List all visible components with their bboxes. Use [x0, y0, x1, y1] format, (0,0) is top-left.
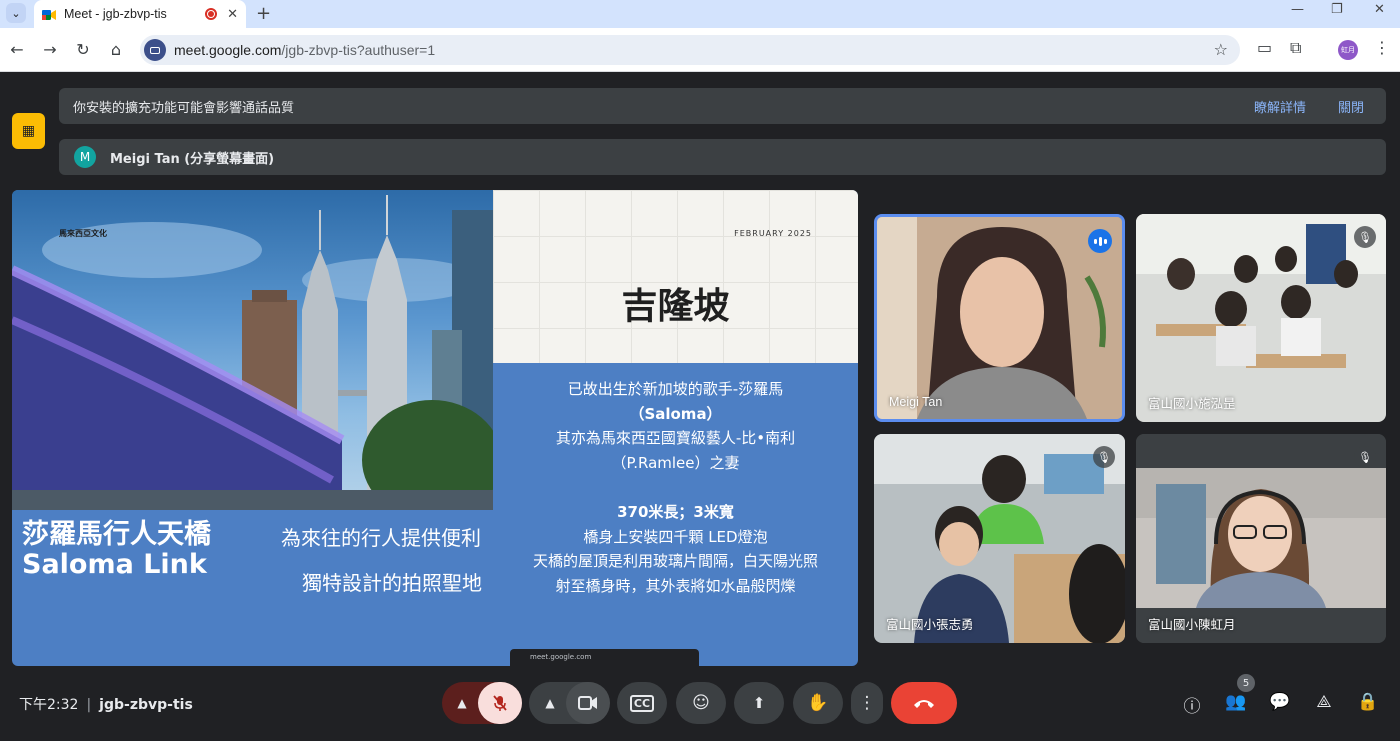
- slide-body-line: 其亦為馬來西亞國寶級藝人-比•南利: [555, 429, 796, 447]
- meeting-time: 下午2:32: [19, 697, 79, 713]
- present-icon: ⬆: [752, 694, 766, 712]
- browser-menu-icon[interactable]: ⋮: [1374, 38, 1390, 57]
- muted-mic-icon: 🎙: [1354, 226, 1376, 248]
- slide-body: 已故出生於新加坡的歌手-莎羅馬 （Saloma） 其亦為馬來西亞國寶級藝人-比•…: [493, 377, 858, 598]
- slide-title: 吉隆坡: [621, 286, 730, 327]
- people-count-badge: 5: [1237, 674, 1255, 692]
- browser-tab-strip: ⌄ Meet - jgb-zbvp-tis ✕ + — ❐ ✕: [0, 0, 1400, 28]
- slide-body-line: 天橋的屋頂是利用玻璃片間隔，白天陽光照: [532, 552, 818, 570]
- new-tab-icon[interactable]: +: [256, 3, 271, 24]
- slide-small-label: 馬來西亞文化: [59, 229, 107, 238]
- cast-icon[interactable]: ▭: [1257, 38, 1272, 57]
- big-title-line: 莎羅馬行人天橋: [22, 519, 211, 550]
- address-bar[interactable]: meet.google.com/jgb-zbvp-tis?authuser=1 …: [140, 35, 1240, 65]
- home-icon[interactable]: ⌂: [106, 40, 126, 59]
- big-title-line: Saloma Link: [22, 549, 207, 580]
- participant-tile[interactable]: Meigi Tan: [874, 214, 1125, 422]
- extensions-icon[interactable]: ⧉: [1290, 38, 1301, 58]
- presenter-avatar: M: [74, 146, 96, 168]
- screen-share-bar[interactable]: meet.google.com: [510, 649, 699, 666]
- tab-title: Meet - jgb-zbvp-tis: [64, 7, 167, 21]
- more-options-button[interactable]: ⋮: [851, 682, 883, 724]
- mic-options-chevron-icon[interactable]: ▲: [452, 682, 472, 724]
- back-arrow-icon[interactable]: ←: [7, 40, 27, 59]
- slide-body-line: （Saloma）: [629, 404, 722, 423]
- reload-icon[interactable]: ↻: [73, 40, 93, 59]
- browser-toolbar: ← → ↻ ⌂ meet.google.com/jgb-zbvp-tis?aut…: [0, 28, 1400, 72]
- camera-options-chevron-icon[interactable]: ▲: [540, 682, 560, 724]
- speaking-indicator-icon: [1088, 229, 1112, 253]
- leave-call-button[interactable]: [891, 682, 957, 724]
- meet-favicon-icon: [42, 7, 56, 21]
- presenter-label: Meigi Tan (分享螢幕畫面): [110, 151, 275, 167]
- people-icon[interactable]: 👥: [1225, 692, 1247, 712]
- meeting-code: jgb-zbvp-tis: [99, 697, 193, 713]
- participant-name: Meigi Tan: [889, 395, 943, 409]
- tab-close-icon[interactable]: ✕: [227, 7, 238, 22]
- extension-warning-icon[interactable]: ▦: [12, 113, 45, 149]
- captions-icon: CC: [629, 694, 655, 712]
- participant-tile[interactable]: 🎙 富山國小張志勇: [874, 434, 1125, 643]
- presenter-banner: M Meigi Tan (分享螢幕畫面): [59, 139, 1386, 175]
- camera-toggle-button[interactable]: [566, 682, 610, 724]
- host-controls-lock-icon[interactable]: 🔒: [1357, 692, 1379, 712]
- learn-more-link[interactable]: 瞭解詳情: [1254, 97, 1306, 116]
- shared-screen: 馬來西亞文化 FEBRUARY 2025 吉隆坡 已故出生於新加坡的歌手-莎羅馬…: [12, 190, 858, 666]
- present-screen-button[interactable]: ⬆: [734, 682, 784, 724]
- slide-subtitle-2: 獨特設計的拍照聖地: [302, 571, 482, 595]
- mic-toggle-button[interactable]: [478, 682, 522, 724]
- slide-body-line: 已故出生於新加坡的歌手-莎羅馬: [567, 380, 784, 398]
- recording-icon: [205, 8, 218, 20]
- slide-subtitle-1: 為來往的行人提供便利: [281, 526, 481, 550]
- profile-avatar[interactable]: 虹月: [1338, 40, 1358, 60]
- emoji-icon: ☺: [692, 693, 710, 713]
- minimize-icon[interactable]: —: [1291, 2, 1304, 17]
- mic-off-icon: [493, 695, 507, 711]
- site-info-icon[interactable]: [144, 39, 166, 61]
- slide-big-title: 莎羅馬行人天橋 Saloma Link: [22, 520, 211, 580]
- end-call-icon: [914, 700, 934, 708]
- raise-hand-button[interactable]: ✋: [793, 682, 843, 724]
- tab-search-dropdown-icon[interactable]: ⌄: [6, 3, 26, 23]
- forward-arrow-icon[interactable]: →: [40, 40, 60, 59]
- activities-icon[interactable]: ⟁: [1313, 692, 1335, 712]
- restore-icon[interactable]: ❐: [1331, 2, 1343, 17]
- slide-body-line: 橋身上安裝四千顆 LED燈泡: [583, 527, 768, 546]
- slide-body-line: 370米長；3米寬: [617, 503, 734, 521]
- bookmark-star-icon[interactable]: ☆: [1214, 40, 1228, 59]
- participant-name: 富山國小陳虹月: [1148, 618, 1236, 632]
- browser-tab-meet[interactable]: Meet - jgb-zbvp-tis ✕: [34, 0, 246, 28]
- warning-text: 你安裝的擴充功能可能會影響通話品質: [73, 100, 295, 116]
- muted-mic-icon: 🎙: [1354, 446, 1376, 468]
- hand-icon: ✋: [807, 693, 829, 713]
- captions-button[interactable]: CC: [617, 682, 667, 724]
- participant-name: 富山國小施泓昰: [1148, 397, 1236, 411]
- more-vert-icon: ⋮: [858, 693, 876, 713]
- camera-icon: [578, 696, 597, 710]
- participant-tile[interactable]: 🎙 富山國小施泓昰: [1136, 214, 1386, 422]
- close-banner-button[interactable]: 關閉: [1338, 97, 1364, 116]
- extension-warning-banner: 你安裝的擴充功能可能會影響通話品質 瞭解詳情 關閉: [59, 88, 1386, 124]
- reactions-button[interactable]: ☺: [676, 682, 726, 724]
- slide-date: FEBRUARY 2025: [734, 229, 812, 238]
- participant-tile[interactable]: 🎙 富山國小陳虹月: [1136, 434, 1386, 643]
- slide-body-line: （P.Ramlee）之妻: [611, 453, 740, 472]
- meeting-details-info-icon[interactable]: ⓘ: [1181, 692, 1203, 717]
- muted-mic-icon: 🎙: [1093, 446, 1115, 468]
- chat-icon[interactable]: 💬: [1269, 692, 1291, 712]
- url-text: meet.google.com/jgb-zbvp-tis?authuser=1: [174, 42, 436, 58]
- window-close-icon[interactable]: ✕: [1374, 2, 1385, 17]
- participant-name: 富山國小張志勇: [886, 618, 974, 632]
- meeting-info: 下午2:32 | jgb-zbvp-tis: [19, 697, 193, 713]
- slide-body-line: 射至橋身時，其外表將如水晶般閃爍: [555, 576, 796, 595]
